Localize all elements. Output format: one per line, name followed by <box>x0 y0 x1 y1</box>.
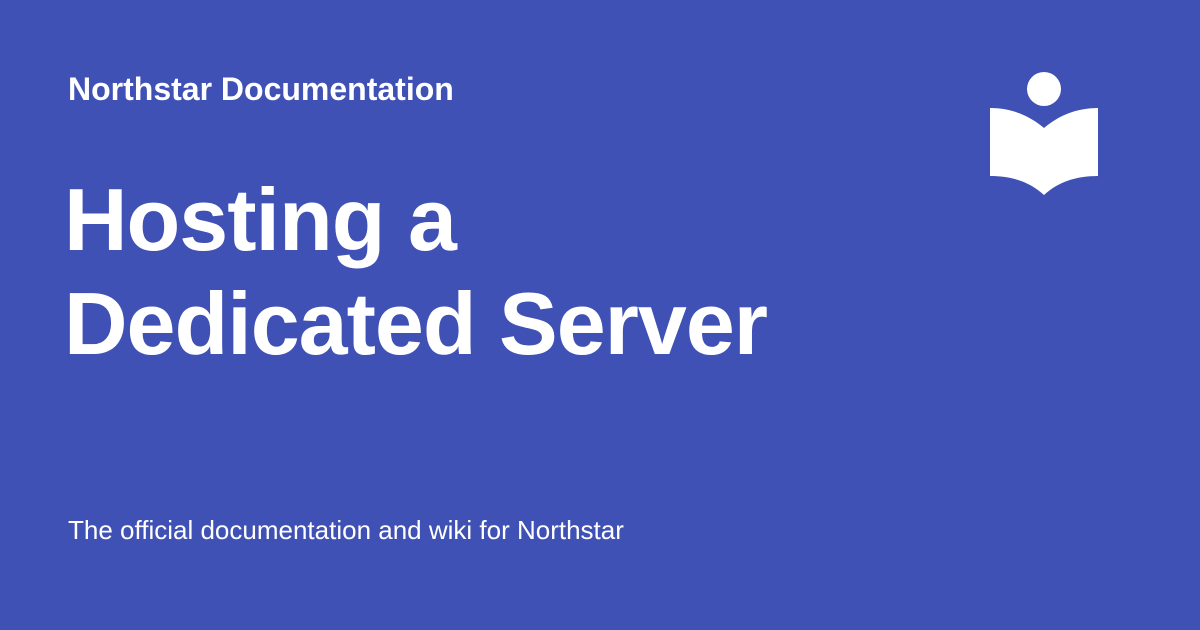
site-description: The official documentation and wiki for … <box>68 515 624 545</box>
site-name: Northstar Documentation <box>68 71 454 107</box>
page-title: Hosting a Dedicated Server <box>64 168 924 376</box>
page-title-line-1: Hosting a <box>64 170 457 269</box>
page-title-line-2: Dedicated Server <box>64 274 768 373</box>
social-card: Northstar Documentation Hosting a Dedica… <box>0 0 1200 630</box>
book-reader-icon <box>990 72 1098 195</box>
